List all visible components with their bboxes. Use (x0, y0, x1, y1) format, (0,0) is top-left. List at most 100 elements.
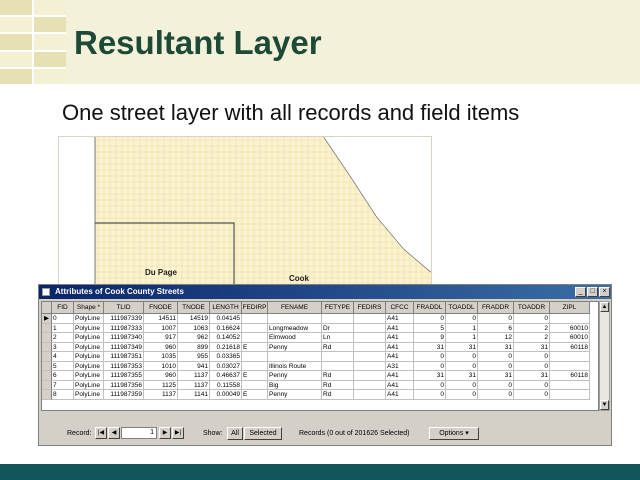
column-header[interactable]: FEDIRP (242, 302, 268, 314)
table-cell[interactable]: 12 (478, 333, 514, 343)
table-cell[interactable]: 0 (478, 380, 514, 390)
table-cell[interactable]: 1010 (144, 361, 178, 371)
column-header[interactable]: FEDIRS (354, 302, 386, 314)
table-cell[interactable]: Rd (322, 342, 354, 352)
table-cell[interactable]: 2 (514, 333, 550, 343)
record-number-input[interactable]: 1 (121, 427, 157, 439)
table-cell[interactable]: 31 (478, 371, 514, 381)
table-cell[interactable]: 31 (514, 342, 550, 352)
column-header[interactable]: ZIPL (550, 302, 590, 314)
column-header[interactable]: FRADDL (414, 302, 446, 314)
row-selector[interactable]: ▶ (42, 314, 52, 324)
table-cell[interactable]: Illinois Route (268, 361, 322, 371)
table-cell[interactable] (354, 380, 386, 390)
table-cell[interactable]: PolyLine (74, 371, 104, 381)
table-cell[interactable]: 0.11558 (210, 380, 242, 390)
table-cell[interactable] (242, 333, 268, 343)
table-cell[interactable] (550, 352, 590, 362)
table-cell[interactable] (242, 361, 268, 371)
row-selector[interactable] (42, 342, 52, 352)
table-cell[interactable]: 955 (178, 352, 210, 362)
table-cell[interactable]: 0 (514, 380, 550, 390)
table-cell[interactable]: 5 (414, 323, 446, 333)
prev-record-button[interactable]: ◀ (108, 427, 120, 439)
table-cell[interactable]: 0.03365 (210, 352, 242, 362)
column-header[interactable]: FRADDR (478, 302, 514, 314)
table-row[interactable]: 8 PolyLine 111987359 1137 1141 0.00049 E Penny R… (42, 390, 598, 400)
next-record-button[interactable]: ▶ (159, 427, 171, 439)
table-cell[interactable]: 0 (514, 314, 550, 324)
column-header[interactable]: TLID (104, 302, 144, 314)
vertical-scrollbar[interactable]: ▲ ▼ (599, 301, 610, 411)
table-cell[interactable]: PolyLine (74, 390, 104, 400)
maximize-button[interactable]: □ (587, 287, 598, 297)
table-row[interactable]: 1 PolyLine 111987333 1007 1063 0.16624 Longmea… (42, 323, 598, 333)
table-cell[interactable]: PolyLine (74, 352, 104, 362)
table-cell[interactable]: Big (268, 380, 322, 390)
column-header[interactable]: TOADDL (446, 302, 478, 314)
table-cell[interactable]: 1137 (178, 371, 210, 381)
table-cell[interactable]: 0.16624 (210, 323, 242, 333)
table-cell[interactable]: Rd (322, 380, 354, 390)
table-cell[interactable]: 0 (414, 352, 446, 362)
table-cell[interactable]: 8 (52, 390, 74, 400)
table-cell[interactable]: 0 (446, 352, 478, 362)
table-cell[interactable]: Rd (322, 390, 354, 400)
table-cell[interactable]: E (242, 371, 268, 381)
table-cell[interactable]: 31 (414, 371, 446, 381)
table-row[interactable]: 2 PolyLine 111987340 917 962 0.14052 Elmwood Ln… (42, 333, 598, 343)
table-cell[interactable] (354, 390, 386, 400)
table-cell[interactable]: PolyLine (74, 323, 104, 333)
table-cell[interactable]: A41 (386, 342, 414, 352)
table-row[interactable]: 3 PolyLine 111987349 960 899 0.21618 E Penny Rd A… (42, 342, 598, 352)
table-cell[interactable]: 7 (52, 380, 74, 390)
table-cell[interactable]: 0 (414, 361, 446, 371)
table-cell[interactable] (354, 342, 386, 352)
table-cell[interactable]: 899 (178, 342, 210, 352)
table-cell[interactable]: 0 (52, 314, 74, 324)
row-selector[interactable] (42, 371, 52, 381)
attribute-grid[interactable]: FID Shape * TLID FNODE TNODE LENGTH FEDIRP FENA… (41, 301, 599, 411)
column-header[interactable]: FNODE (144, 302, 178, 314)
table-cell[interactable]: 1137 (144, 390, 178, 400)
column-header[interactable]: FETYPE (322, 302, 354, 314)
column-header[interactable]: FID (52, 302, 74, 314)
table-cell[interactable]: 111987351 (104, 352, 144, 362)
table-cell[interactable]: 0 (446, 314, 478, 324)
table-row[interactable]: 4 PolyLine 111987351 1035 955 0.03365 A41 0 0 0 0 (42, 352, 598, 362)
table-cell[interactable] (242, 352, 268, 362)
table-row[interactable]: 5 PolyLine 111987353 1010 941 0.03027 Illinois… (42, 361, 598, 371)
table-cell[interactable] (354, 352, 386, 362)
table-cell[interactable]: A41 (386, 323, 414, 333)
table-cell[interactable]: 1 (52, 323, 74, 333)
table-cell[interactable]: Penny (268, 342, 322, 352)
table-cell[interactable]: Ln (322, 333, 354, 343)
table-cell[interactable]: 5 (52, 361, 74, 371)
row-selector[interactable] (42, 380, 52, 390)
table-cell[interactable]: PolyLine (74, 314, 104, 324)
table-cell[interactable]: 1137 (178, 380, 210, 390)
table-cell[interactable]: 111987339 (104, 314, 144, 324)
table-cell[interactable]: 2 (52, 333, 74, 343)
table-cell[interactable] (354, 371, 386, 381)
column-header[interactable]: FENAME (268, 302, 322, 314)
table-cell[interactable]: E (242, 390, 268, 400)
show-all-button[interactable]: All (227, 427, 243, 440)
table-cell[interactable]: A41 (386, 371, 414, 381)
table-cell[interactable]: A41 (386, 380, 414, 390)
table-cell[interactable] (550, 314, 590, 324)
table-cell[interactable] (354, 361, 386, 371)
options-button[interactable]: Options ▾ (429, 427, 479, 440)
table-cell[interactable]: Elmwood (268, 333, 322, 343)
column-header[interactable]: TNODE (178, 302, 210, 314)
table-cell[interactable]: 31 (514, 371, 550, 381)
table-cell[interactable]: 0 (514, 390, 550, 400)
table-cell[interactable]: 111987356 (104, 380, 144, 390)
table-cell[interactable]: 14511 (144, 314, 178, 324)
last-record-button[interactable]: ▶| (172, 427, 184, 439)
column-header[interactable]: Shape * (74, 302, 104, 314)
row-selector[interactable] (42, 333, 52, 343)
table-cell[interactable]: A41 (386, 333, 414, 343)
table-cell[interactable]: 0.21618 (210, 342, 242, 352)
table-cell[interactable]: 0 (514, 361, 550, 371)
